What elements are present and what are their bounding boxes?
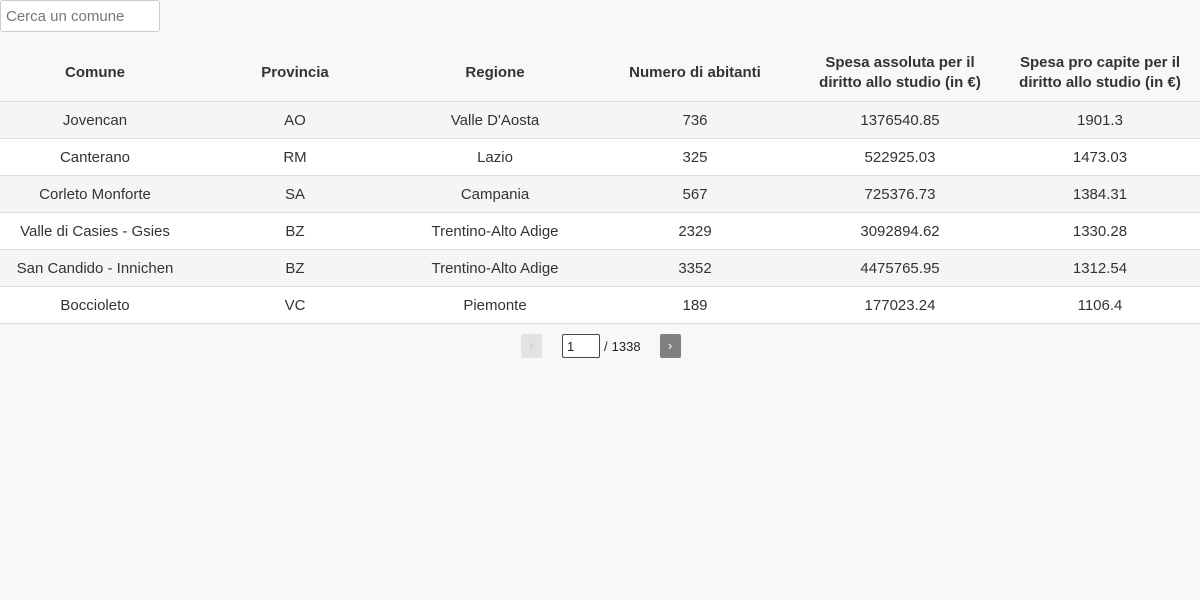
cell-regione: Campania <box>400 175 590 213</box>
cell-abitanti: 736 <box>590 101 800 139</box>
column-header-comune: Comune <box>0 44 190 102</box>
cell-abitanti: 325 <box>590 138 800 176</box>
cell-spesa-assoluta: 725376.73 <box>800 175 1000 213</box>
cell-provincia: AO <box>190 101 400 139</box>
pagination: ‹ / 1338 › <box>521 334 681 358</box>
cell-regione: Piemonte <box>400 286 590 324</box>
page-separator: / <box>604 338 608 354</box>
table-row: Valle di Casies - Gsies BZ Trentino-Alto… <box>0 212 1200 250</box>
next-page-button[interactable]: › <box>659 334 681 358</box>
column-header-provincia: Provincia <box>190 44 400 102</box>
cell-abitanti: 3352 <box>590 249 800 287</box>
cell-comune: Canterano <box>0 138 190 176</box>
search-bar <box>0 0 160 32</box>
cell-provincia: RM <box>190 138 400 176</box>
cell-comune: Valle di Casies - Gsies <box>0 212 190 250</box>
cell-regione: Valle D'Aosta <box>400 101 590 139</box>
table-row: Canterano RM Lazio 325 522925.03 1473.03 <box>0 138 1200 176</box>
cell-spesa-pro-capite: 1312.54 <box>1000 249 1200 287</box>
cell-abitanti: 189 <box>590 286 800 324</box>
table-header: Comune Provincia Regione Numero di abita… <box>0 44 1200 102</box>
column-header-spesa-assoluta: Spesa assoluta per il diritto allo studi… <box>800 44 1000 102</box>
cell-comune: Corleto Monforte <box>0 175 190 213</box>
search-input[interactable] <box>0 0 160 32</box>
cell-abitanti: 2329 <box>590 212 800 250</box>
table-row: Corleto Monforte SA Campania 567 725376.… <box>0 175 1200 213</box>
cell-spesa-pro-capite: 1901.3 <box>1000 101 1200 139</box>
cell-spesa-pro-capite: 1330.28 <box>1000 212 1200 250</box>
table-row: Jovencan AO Valle D'Aosta 736 1376540.85… <box>0 101 1200 139</box>
results-table: Comune Provincia Regione Numero di abita… <box>0 44 1200 324</box>
cell-spesa-assoluta: 3092894.62 <box>800 212 1000 250</box>
prev-page-button[interactable]: ‹ <box>521 334 542 358</box>
column-header-abitanti: Numero di abitanti <box>590 44 800 102</box>
column-header-spesa-pro-capite: Spesa pro capite per il diritto allo stu… <box>1000 44 1200 102</box>
cell-comune: San Candido - Innichen <box>0 249 190 287</box>
cell-comune: Boccioleto <box>0 286 190 324</box>
page-total: / 1338 <box>604 339 641 354</box>
cell-spesa-pro-capite: 1106.4 <box>1000 286 1200 324</box>
cell-regione: Lazio <box>400 138 590 176</box>
column-header-regione: Regione <box>400 44 590 102</box>
cell-spesa-assoluta: 4475765.95 <box>800 249 1000 287</box>
cell-regione: Trentino-Alto Adige <box>400 249 590 287</box>
header-row: Comune Provincia Regione Numero di abita… <box>0 44 1200 102</box>
cell-provincia: SA <box>190 175 400 213</box>
cell-provincia: BZ <box>190 249 400 287</box>
cell-provincia: BZ <box>190 212 400 250</box>
cell-spesa-pro-capite: 1384.31 <box>1000 175 1200 213</box>
cell-provincia: VC <box>190 286 400 324</box>
cell-regione: Trentino-Alto Adige <box>400 212 590 250</box>
cell-spesa-assoluta: 177023.24 <box>800 286 1000 324</box>
table-row: San Candido - Innichen BZ Trentino-Alto … <box>0 249 1200 287</box>
total-pages: 1338 <box>611 338 641 354</box>
cell-spesa-assoluta: 522925.03 <box>800 138 1000 176</box>
cell-comune: Jovencan <box>0 101 190 139</box>
page-number-input[interactable] <box>562 334 600 358</box>
cell-abitanti: 567 <box>590 175 800 213</box>
table-row: Boccioleto VC Piemonte 189 177023.24 110… <box>0 286 1200 324</box>
table-body: Jovencan AO Valle D'Aosta 736 1376540.85… <box>0 101 1200 324</box>
cell-spesa-pro-capite: 1473.03 <box>1000 138 1200 176</box>
cell-spesa-assoluta: 1376540.85 <box>800 101 1000 139</box>
